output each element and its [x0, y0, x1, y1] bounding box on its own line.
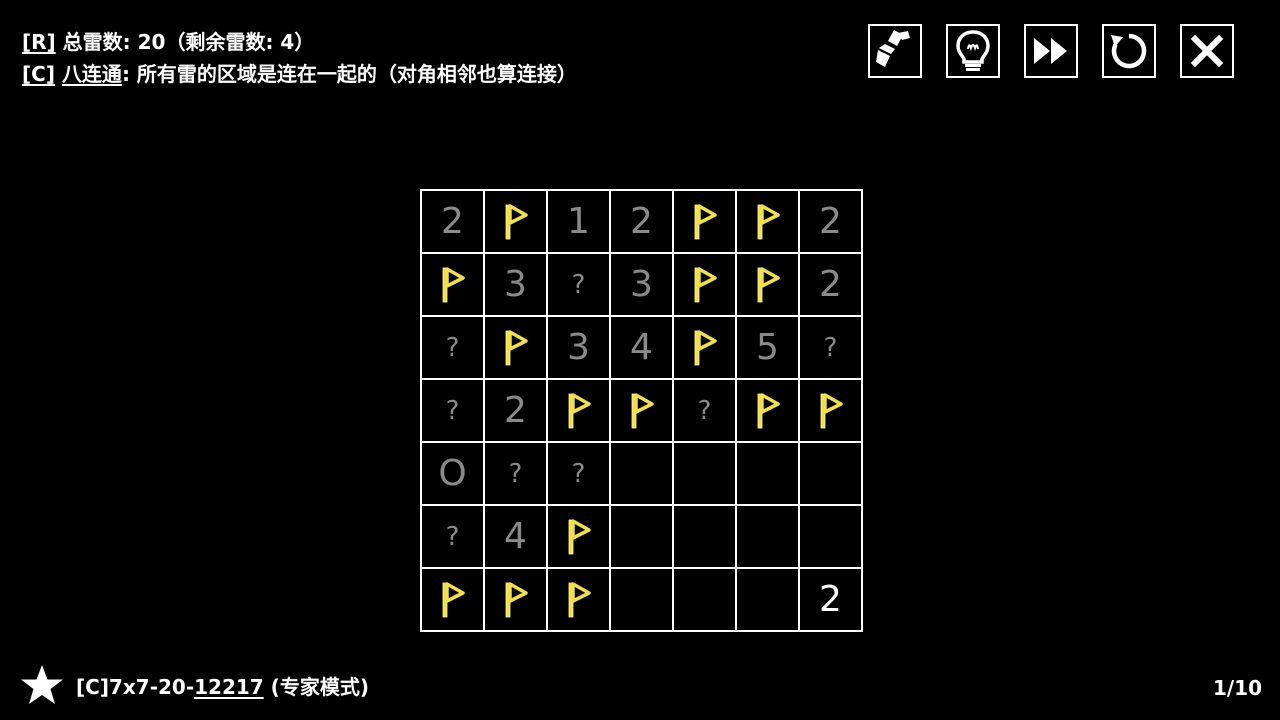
empty-cell[interactable]	[737, 443, 798, 504]
rule-r-text: 总雷数: 20（剩余雷数: 4）	[55, 30, 315, 54]
flag-cell[interactable]	[485, 569, 546, 630]
empty-cell[interactable]	[611, 569, 672, 630]
unknown-cell[interactable]: ?	[800, 317, 861, 378]
empty-cell[interactable]	[674, 569, 735, 630]
clue-cell[interactable]: 2	[800, 254, 861, 315]
flag-icon	[442, 581, 465, 617]
close-button[interactable]	[1180, 24, 1234, 78]
flag-icon	[631, 392, 654, 428]
flag-cell[interactable]	[611, 380, 672, 441]
unknown-cell[interactable]: ?	[422, 317, 483, 378]
unknown-cell[interactable]: ?	[422, 506, 483, 567]
safe-cell[interactable]: O	[422, 443, 483, 504]
clue-cell[interactable]: 2	[611, 191, 672, 252]
flag-cell[interactable]	[800, 380, 861, 441]
flag-icon	[442, 266, 465, 302]
rule-r: [R] 总雷数: 20（剩余雷数: 4）	[22, 26, 577, 58]
rule-c-name[interactable]: 八连通	[62, 62, 122, 86]
clue-cell[interactable]: 3	[611, 254, 672, 315]
puzzle-code: [C]7x7-20-12217 (专家模式)	[76, 671, 369, 700]
flag-icon	[757, 266, 780, 302]
flag-cell[interactable]	[422, 254, 483, 315]
flag-cell[interactable]	[737, 254, 798, 315]
flag-cell[interactable]	[485, 191, 546, 252]
flag-icon	[820, 392, 843, 428]
flag-icon	[568, 581, 591, 617]
restart-icon	[1111, 33, 1147, 69]
clue-cell[interactable]: 3	[485, 254, 546, 315]
paint-brush-icon	[876, 30, 910, 67]
fast-forward-icon	[1034, 38, 1067, 64]
clue-cell[interactable]: 2	[800, 191, 861, 252]
clue-cell[interactable]: 2	[800, 569, 861, 630]
clue-cell[interactable]: 2	[422, 191, 483, 252]
flag-icon	[505, 203, 528, 239]
empty-cell[interactable]	[737, 569, 798, 630]
clue-cell[interactable]: 4	[485, 506, 546, 567]
unknown-cell[interactable]: ?	[485, 443, 546, 504]
empty-cell[interactable]	[737, 506, 798, 567]
flag-icon	[505, 329, 528, 365]
puzzle-mode: (专家模式)	[263, 674, 369, 699]
clue-cell[interactable]: 4	[611, 317, 672, 378]
flag-icon	[568, 392, 591, 428]
flag-icon	[757, 203, 780, 239]
hint-button[interactable]	[946, 24, 1000, 78]
flag-icon	[694, 329, 717, 365]
flag-icon	[694, 203, 717, 239]
unknown-cell[interactable]: ?	[422, 380, 483, 441]
puzzle-info: [C]7x7-20-12217 (专家模式)	[20, 664, 369, 706]
flag-cell[interactable]	[674, 191, 735, 252]
restart-button[interactable]	[1102, 24, 1156, 78]
flag-cell[interactable]	[422, 569, 483, 630]
flag-cell[interactable]	[674, 254, 735, 315]
page-indicator: 1/10	[1212, 676, 1262, 700]
game-board: 2 1 2 2 3? 3 2? 3 4 5?? 2? O??? 4 2	[420, 189, 863, 632]
puzzle-prefix: [C]7x7-20-	[76, 674, 195, 699]
flag-icon	[694, 266, 717, 302]
empty-cell[interactable]	[800, 506, 861, 567]
star-icon[interactable]	[20, 664, 64, 706]
flag-cell[interactable]	[548, 506, 609, 567]
close-icon	[1190, 34, 1224, 68]
toolbar	[868, 24, 1234, 78]
flag-icon	[568, 518, 591, 554]
unknown-cell[interactable]: ?	[548, 443, 609, 504]
clue-cell[interactable]: 1	[548, 191, 609, 252]
clue-cell[interactable]: 5	[737, 317, 798, 378]
flag-icon	[757, 392, 780, 428]
clue-cell[interactable]: 2	[485, 380, 546, 441]
puzzle-id-link[interactable]: 12217	[194, 675, 264, 699]
rule-c-tag[interactable]: [C]	[22, 62, 55, 86]
rules-panel: [R] 总雷数: 20（剩余雷数: 4） [C] 八连通: 所有雷的区域是连在一…	[22, 26, 577, 90]
empty-cell[interactable]	[611, 443, 672, 504]
flag-cell[interactable]	[548, 380, 609, 441]
rule-c-text: : 所有雷的区域是连在一起的（对角相邻也算连接）	[121, 62, 577, 86]
paint-button[interactable]	[868, 24, 922, 78]
flag-cell[interactable]	[737, 191, 798, 252]
flag-icon	[505, 581, 528, 617]
empty-cell[interactable]	[800, 443, 861, 504]
flag-cell[interactable]	[674, 317, 735, 378]
skip-button[interactable]	[1024, 24, 1078, 78]
flag-cell[interactable]	[737, 380, 798, 441]
empty-cell[interactable]	[611, 506, 672, 567]
empty-cell[interactable]	[674, 506, 735, 567]
empty-cell[interactable]	[674, 443, 735, 504]
flag-cell[interactable]	[485, 317, 546, 378]
rule-r-tag[interactable]: [R]	[22, 30, 56, 54]
unknown-cell[interactable]: ?	[548, 254, 609, 315]
unknown-cell[interactable]: ?	[674, 380, 735, 441]
clue-cell[interactable]: 3	[548, 317, 609, 378]
rule-c: [C] 八连通: 所有雷的区域是连在一起的（对角相邻也算连接）	[22, 58, 577, 90]
light-bulb-icon	[956, 30, 990, 71]
flag-cell[interactable]	[548, 569, 609, 630]
